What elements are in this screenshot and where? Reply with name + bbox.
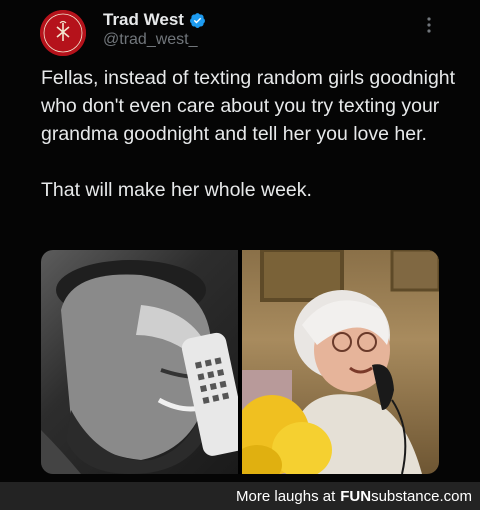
author-row: Trad West: [103, 10, 206, 30]
site-footer[interactable]: More laughs at FUN substance .com: [0, 482, 480, 510]
user-handle[interactable]: @trad_west_: [103, 31, 198, 49]
grandma-phone-image[interactable]: [242, 250, 439, 474]
verified-badge-icon: [189, 12, 206, 29]
display-name[interactable]: Trad West: [103, 10, 184, 30]
meme-man-phone-image[interactable]: [41, 250, 238, 474]
more-options-icon[interactable]: [422, 16, 436, 34]
footer-lead-text: More laughs at: [236, 487, 336, 505]
avatar[interactable]: [40, 10, 86, 56]
tweet-text: Fellas, instead of texting random girls …: [41, 67, 456, 201]
grandma-illustration: [242, 250, 439, 474]
footer-brand-tld: .com: [439, 487, 472, 505]
tweet-card: Trad West @trad_west_ Fellas, instead of…: [0, 0, 480, 482]
gigachad-illustration: [41, 260, 238, 474]
trad-west-logo-icon: [40, 10, 86, 56]
footer-brand-substance: substance: [371, 487, 440, 505]
tweet-media[interactable]: [41, 250, 439, 474]
footer-brand-fun: FUN: [340, 487, 372, 505]
